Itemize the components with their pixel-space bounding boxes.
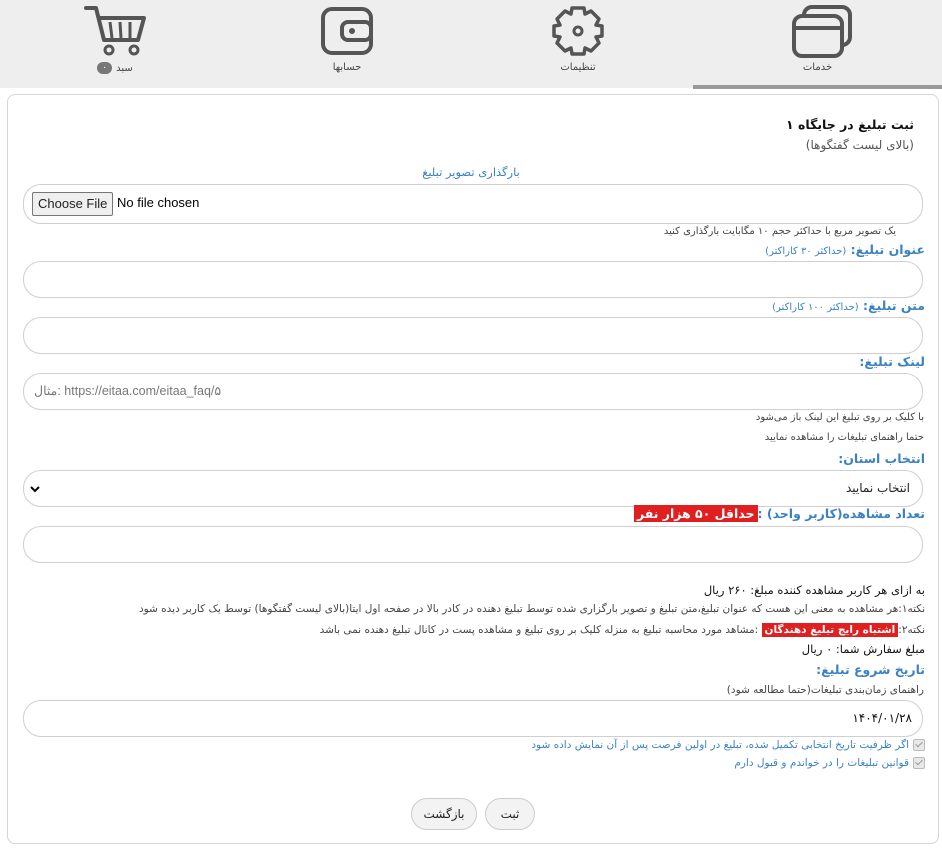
ad-title-label: عنوان تبلیغ: (حداکثر ۳۰ کاراکتر)	[765, 242, 925, 257]
form-subtitle: (بالای لیست گفتگوها)	[805, 138, 914, 152]
back-button[interactable]: بازگشت	[411, 798, 477, 830]
auto-reschedule-row[interactable]: اگر ظرفیت تاریخ انتخابی تکمیل شده، تبلیغ…	[531, 739, 925, 751]
ad-link-label: لینک تبلیغ:	[859, 354, 925, 369]
tab-accounts[interactable]: حسابها	[292, 0, 402, 88]
province-select[interactable]: انتخاب نمایید	[23, 470, 923, 507]
ad-text-label: متن تبلیغ: (حداکثر ۱۰۰ کاراکتر)	[772, 298, 925, 313]
choose-file-button[interactable]: Choose File	[32, 192, 114, 216]
upload-hint: یک تصویر مربع با حداکثر حجم ۱۰ مگابایت ب…	[663, 226, 896, 237]
province-selected-value: انتخاب نمایید	[845, 481, 910, 495]
cart-icon	[84, 6, 146, 56]
form-title: ثبت تبلیغ در جایگاه ۱	[786, 117, 914, 132]
tab-cart-label: سبد	[116, 63, 133, 74]
submit-button[interactable]: ثبت	[485, 798, 535, 830]
views-minimum-warning: حداقل ۵۰ هزار نفر	[633, 505, 758, 522]
top-nav: ۰ سبد حسابها تنظیمات خدمات	[0, 0, 942, 89]
start-date-label: تاریخ شروع تبلیغ:	[816, 662, 925, 677]
ad-title-hint: (حداکثر ۳۰ کاراکتر)	[765, 246, 847, 257]
schedule-guide-link[interactable]: راهنمای زمان‌بندی تبلیغات(حتما مطالعه شو…	[727, 684, 924, 696]
views-label: تعداد مشاهده(کاربر واحد) :حداقل ۵۰ هزار …	[633, 505, 925, 522]
chevron-down-icon	[30, 486, 40, 493]
cart-count-badge: ۰	[97, 62, 113, 74]
wallet-icon	[321, 7, 373, 55]
ad-link-placeholder: مثال: https://eitaa.com/eitaa_faq/۵	[34, 384, 222, 398]
ad-text-hint: (حداکثر ۱۰۰ کاراکتر)	[772, 302, 859, 313]
upload-image-link[interactable]: بارگذاری تصویر تبلیغ	[0, 165, 942, 179]
accept-rules-label: قوانین تبلیغات را در خواندم و قبول دارم	[734, 757, 909, 769]
start-date-value: ۱۴۰۴/۰۱/۲۸	[852, 711, 912, 725]
common-mistake-highlight: اشتباه رایج تبلیغ دهندگان	[761, 623, 899, 637]
file-upload-field: Choose File No file chosen	[23, 184, 923, 224]
tab-accounts-label: حسابها	[332, 62, 362, 73]
province-label: انتخاب استان:	[838, 451, 925, 466]
cards-icon	[792, 5, 852, 58]
order-amount: مبلغ سفارش شما: ۰ ریال	[801, 642, 925, 656]
note-1: نکته۱:هر مشاهده به معنی این هست که عنوان…	[138, 603, 925, 615]
ad-text-input[interactable]	[23, 317, 923, 354]
accept-rules-row[interactable]: قوانین تبلیغات را در خواندم و قبول دارم	[734, 757, 925, 769]
ad-title-input[interactable]	[23, 261, 923, 298]
no-file-text: No file chosen	[117, 195, 200, 210]
note-2: نکته۲:اشتباه رایج تبلیغ دهندگان :مشاهد م…	[319, 623, 925, 637]
price-per-view: به ازای هر کاربر مشاهده کننده مبلغ: ۲۶۰ …	[703, 583, 925, 597]
tab-services[interactable]: خدمات	[693, 0, 942, 89]
start-date-input[interactable]: ۱۴۰۴/۰۱/۲۸	[23, 700, 923, 737]
link-hint-click: با کلیک بر روی تبلیغ این لینک باز می‌شود	[755, 412, 924, 423]
tab-services-label: خدمات	[802, 62, 833, 73]
auto-reschedule-checkbox[interactable]	[913, 739, 925, 751]
accept-rules-checkbox[interactable]	[913, 757, 925, 769]
tab-settings[interactable]: تنظیمات	[523, 0, 633, 88]
tab-settings-label: تنظیمات	[560, 62, 596, 73]
ad-link-input[interactable]: مثال: https://eitaa.com/eitaa_faq/۵	[23, 373, 923, 410]
views-count-input[interactable]	[23, 526, 923, 563]
link-hint-guide: حتما راهنمای تبلیغات را مشاهده نمایید	[764, 432, 924, 443]
auto-reschedule-label: اگر ظرفیت تاریخ انتخابی تکمیل شده، تبلیغ…	[531, 739, 909, 751]
gear-icon	[552, 6, 604, 56]
tab-cart[interactable]: ۰ سبد	[60, 0, 170, 88]
